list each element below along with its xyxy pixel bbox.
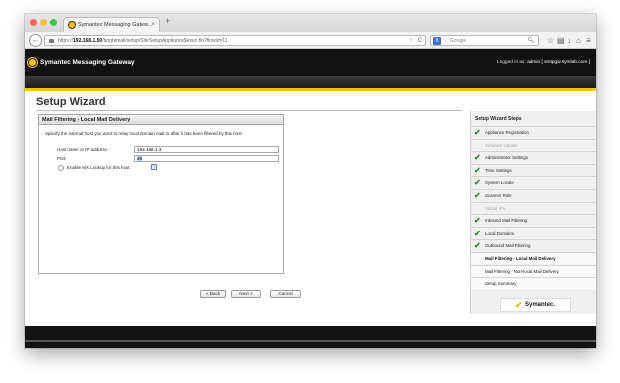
step-item[interactable]: ✔ Time Settings bbox=[471, 163, 596, 176]
symantec-check-icon: ✔ bbox=[515, 300, 523, 310]
back-button[interactable]: ← bbox=[29, 34, 42, 47]
step-label: Appliance Registration bbox=[485, 130, 529, 135]
step-label: Local Domains bbox=[485, 230, 515, 236]
menu-icon[interactable]: ≡ bbox=[586, 35, 591, 46]
close-window-button[interactable] bbox=[30, 19, 37, 26]
reload-icon[interactable]: C bbox=[418, 36, 422, 45]
step-item[interactable]: Mail Filtering - Non-local Mail Delivery bbox=[471, 264, 596, 277]
url-bar[interactable]: https://192.168.1.50/brightmail/setup/Si… bbox=[44, 35, 426, 46]
downloads-icon[interactable]: ↓ bbox=[567, 35, 571, 46]
close-tab-icon[interactable]: × bbox=[151, 18, 155, 32]
step-item[interactable]: ✔ System Locale bbox=[471, 176, 596, 188]
step-label: Time Settings bbox=[485, 167, 512, 173]
sidebar-title: Setup Wizard Steps bbox=[475, 116, 522, 122]
url-dropdown-icon[interactable]: ▽ bbox=[409, 36, 413, 45]
host-input[interactable]: 192.168.1.3 bbox=[134, 146, 279, 153]
zoom-window-button[interactable] bbox=[50, 19, 57, 26]
panel-title: Mail Filtering - Local Mail Delivery bbox=[39, 115, 283, 125]
library-icon[interactable]: ▤ bbox=[557, 35, 565, 46]
symantec-wordmark: Symantec. bbox=[525, 302, 556, 308]
step-label: Software Update bbox=[485, 142, 518, 148]
search-bar[interactable]: 8 Google 🔍︎ bbox=[430, 35, 539, 46]
port-label: Port: bbox=[57, 156, 67, 161]
app-header: Symantec Messaging Gateway Logged in as:… bbox=[25, 49, 596, 76]
checkmark-icon: ✔ bbox=[474, 216, 481, 226]
cancel-button[interactable]: Cancel bbox=[270, 290, 301, 298]
next-button[interactable]: Next > bbox=[231, 290, 261, 298]
page-footer bbox=[25, 326, 596, 348]
mx-lookup-checkbox[interactable] bbox=[58, 165, 64, 171]
port-value: 25 bbox=[137, 156, 143, 161]
step-item[interactable]: Setup Summary bbox=[471, 277, 596, 290]
step-label: Setup Summary bbox=[485, 281, 517, 287]
step-label: Administrator Settings bbox=[485, 155, 528, 161]
step-item[interactable]: Software Update bbox=[471, 138, 596, 151]
step-label: Mail Filtering - Local Mail Delivery bbox=[485, 256, 556, 261]
mx-lookup-label: Enable MX Lookup for this host bbox=[67, 165, 130, 170]
port-input[interactable]: 25 bbox=[134, 155, 279, 162]
help-icon[interactable]: ? bbox=[151, 164, 157, 170]
host-value: 192.168.1.3 bbox=[137, 147, 162, 152]
panel-description: Specify the internal host you want to re… bbox=[45, 131, 243, 136]
logged-in-user: admin [ smtpgw.symlab.com ] bbox=[527, 60, 590, 65]
logged-in-label: Logged in as: bbox=[496, 60, 526, 65]
step-item[interactable]: ✔ Local Domains bbox=[471, 226, 596, 239]
page: Symantec Messaging Gatew... × + ← https:… bbox=[0, 0, 620, 383]
step-label: Virtual IPs bbox=[485, 205, 505, 211]
step-item[interactable]: ✔ Appliance Registration bbox=[471, 126, 596, 138]
step-item[interactable]: ✔ Scanner Role bbox=[471, 189, 596, 201]
bookmark-star-icon[interactable]: ☆ bbox=[547, 35, 554, 46]
browser-tab[interactable]: Symantec Messaging Gatew... × bbox=[63, 17, 160, 32]
checkmark-icon: ✔ bbox=[474, 128, 481, 137]
checkmark-icon: ✔ bbox=[474, 153, 481, 163]
browser-window: Symantec Messaging Gatew... × + ← https:… bbox=[25, 14, 596, 348]
lock-icon bbox=[49, 39, 54, 43]
search-placeholder: Google bbox=[450, 38, 467, 44]
footer-scrollbar[interactable] bbox=[25, 340, 596, 342]
step-label: Outbound Mail Filtering bbox=[485, 243, 531, 249]
checkmark-icon: ✔ bbox=[474, 165, 481, 175]
url-prefix: https:// bbox=[58, 38, 74, 44]
tab-bar: Symantec Messaging Gatew... × + bbox=[25, 14, 596, 32]
symantec-logo-icon bbox=[28, 58, 37, 67]
search-icon[interactable]: 🔍︎ bbox=[527, 36, 535, 46]
navigation-bar: ← https://192.168.1.50/brightmail/setup/… bbox=[25, 32, 596, 49]
minimize-window-button[interactable] bbox=[40, 19, 47, 26]
checkmark-icon: ✔ bbox=[474, 191, 481, 200]
step-item[interactable]: ✔ Administrator Settings bbox=[471, 151, 596, 163]
tab-title: Symantec Messaging Gatew... bbox=[78, 22, 153, 28]
symantec-brand: ✔ Symantec. bbox=[500, 298, 571, 312]
checkmark-icon: ✔ bbox=[474, 241, 481, 251]
step-label: Inbound Mail Filtering bbox=[485, 218, 527, 224]
step-item[interactable]: ✔ Outbound Mail Filtering bbox=[471, 239, 596, 251]
host-label: Host name or IP address: bbox=[57, 147, 108, 152]
step-label: Mail Filtering - Non-local Mail Delivery bbox=[485, 268, 559, 274]
main-content: Setup Wizard Mail Filtering - Local Mail… bbox=[25, 91, 596, 326]
title-divider bbox=[36, 110, 462, 111]
step-item[interactable]: Mail Filtering - Local Mail Delivery bbox=[471, 252, 596, 264]
checkmark-icon: ✔ bbox=[474, 228, 481, 238]
step-item[interactable]: ✔ Inbound Mail Filtering bbox=[471, 214, 596, 226]
step-label: System Locale bbox=[485, 180, 514, 186]
checkmark-icon: ✔ bbox=[474, 178, 481, 188]
home-icon[interactable]: ⌂ bbox=[576, 35, 581, 46]
wizard-panel: Mail Filtering - Local Mail Delivery Spe… bbox=[38, 114, 284, 274]
new-tab-button[interactable]: + bbox=[165, 16, 170, 26]
step-item[interactable]: Virtual IPs bbox=[471, 201, 596, 214]
url-path: /brightmail/setup/SiteSetupAppliance$exe… bbox=[102, 38, 228, 44]
symantec-favicon-icon bbox=[68, 21, 76, 29]
step-label: Scanner Role bbox=[485, 193, 512, 198]
product-name: Symantec Messaging Gateway bbox=[40, 59, 135, 66]
url-domain: 192.168.1.50 bbox=[73, 38, 103, 44]
wizard-steps-sidebar: Setup Wizard Steps ✔ Appliance Registrati… bbox=[470, 111, 596, 314]
page-title: Setup Wizard bbox=[36, 96, 106, 108]
back-wizard-button[interactable]: < Back bbox=[200, 290, 226, 298]
logged-in-info: Logged in as: admin [ smtpgw.symlab.com … bbox=[497, 58, 590, 67]
navigation-strip bbox=[25, 76, 596, 88]
search-engine-icon[interactable]: 8 bbox=[433, 37, 441, 45]
